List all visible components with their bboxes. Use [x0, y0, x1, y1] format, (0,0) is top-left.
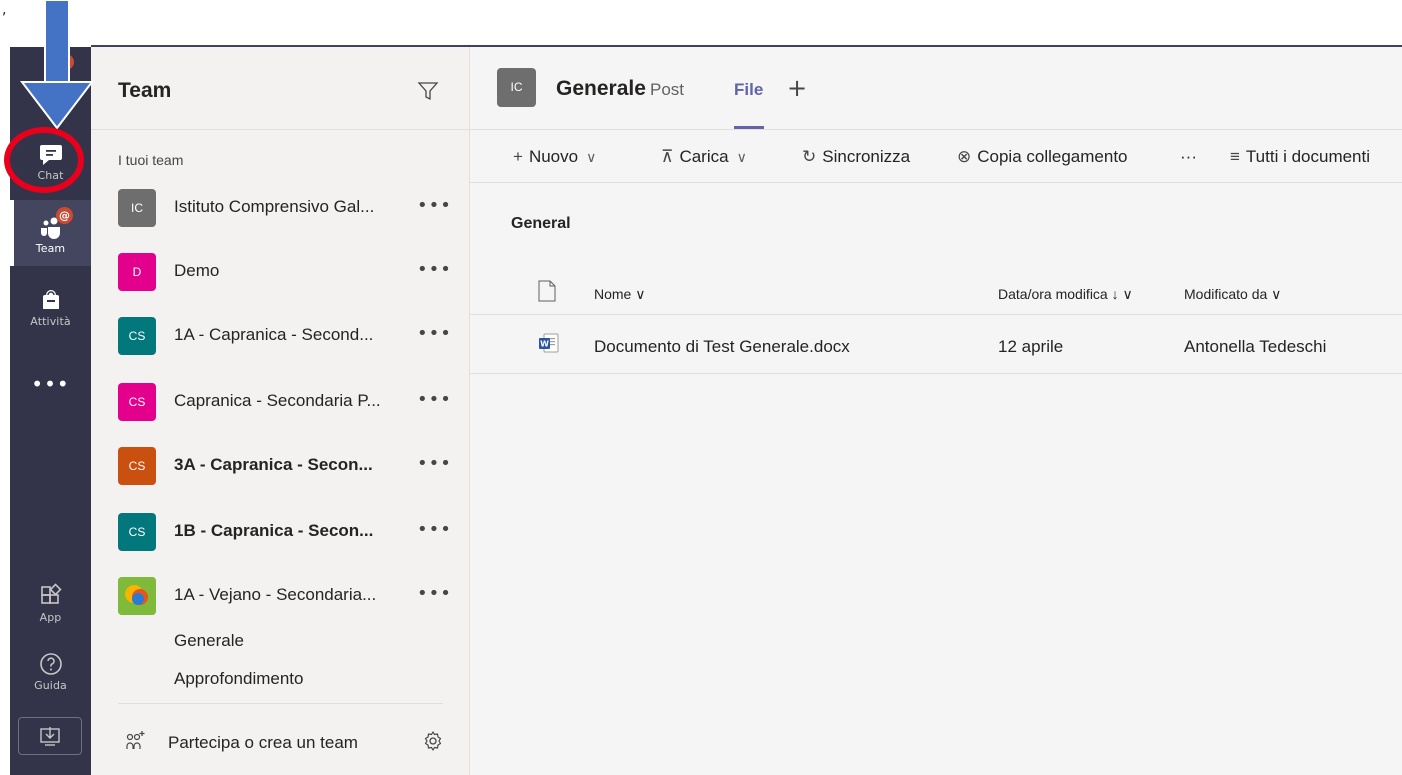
team-name: Istituto Comprensivo Gal...	[174, 197, 375, 216]
team-more-button[interactable]: •••	[417, 519, 452, 540]
team-more-button[interactable]: •••	[417, 323, 452, 344]
tab-file[interactable]: File	[734, 80, 763, 100]
rail-label-activity: Attività	[30, 315, 71, 328]
team-item[interactable]: 1A - Vejano - Secondaria... •••	[118, 577, 451, 617]
file-type-icon	[538, 280, 556, 302]
sync-icon: ↻	[802, 147, 817, 166]
team-name: Demo	[174, 261, 220, 280]
join-label: Partecipa o crea un team	[168, 733, 358, 752]
team-more-button[interactable]: •••	[417, 583, 452, 604]
rail-item-help[interactable]: Guida	[10, 637, 91, 703]
team-name: 1A - Vejano - Secondaria...	[174, 585, 377, 604]
word-icon: W	[539, 333, 559, 353]
column-header-name[interactable]: Nome ∨	[594, 286, 645, 303]
team-item[interactable]: IC Istituto Comprensivo Gal... •••	[118, 189, 451, 229]
team-name: 1A - Capranica - Second...	[174, 325, 374, 344]
files-toolbar: + Nuovo ∨ ⊼ Carica ∨ ↻ Sincronizza ⊗ Copia col…	[470, 131, 1402, 183]
team-item[interactable]: CS Capranica - Secondaria P... •••	[118, 383, 451, 423]
team-item[interactable]: D Demo •••	[118, 253, 451, 293]
more-apps-button[interactable]: •••	[10, 372, 91, 396]
svg-text:W: W	[540, 340, 549, 349]
tab-post[interactable]: Post	[650, 80, 684, 100]
file-name-link[interactable]: Documento di Test Generale.docx	[594, 337, 850, 357]
rail-label-apps: App	[39, 611, 62, 624]
gear-icon[interactable]	[422, 730, 444, 752]
chevron-down-icon: ∨	[736, 149, 747, 165]
team-name: 1B - Capranica - Secon...	[174, 521, 374, 540]
rail-item-activity[interactable]: Attività	[10, 273, 91, 339]
team-item[interactable]: CS 3A - Capranica - Secon... •••	[118, 447, 451, 487]
team-avatar-image	[118, 577, 156, 615]
teams-panel: Team I tuoi team IC Istituto Comprensivo…	[91, 47, 470, 775]
help-icon	[39, 653, 62, 675]
list-view-icon: ≡	[1230, 147, 1240, 166]
annotation-highlight-circle	[4, 127, 84, 193]
view-selector-button[interactable]: ≡ Tutti i documenti	[1230, 147, 1370, 167]
team-more-button[interactable]: •••	[417, 453, 452, 474]
team-avatar: IC	[118, 189, 156, 227]
team-item[interactable]: CS 1B - Capranica - Secon... •••	[118, 513, 451, 553]
view-label: Tutti i documenti	[1245, 147, 1371, 166]
table-row[interactable]: W Documento di Test Generale.docx 12 apr…	[470, 315, 1402, 373]
rail-label-team: Team	[35, 242, 66, 255]
rail-item-apps[interactable]: App	[10, 569, 91, 635]
rail-label-help: Guida	[34, 679, 67, 692]
download-app-button[interactable]	[18, 717, 82, 755]
team-name: 3A - Capranica - Secon...	[174, 455, 373, 474]
teams-panel-title: Team	[118, 79, 172, 102]
divider	[91, 129, 470, 130]
plus-icon: +	[513, 147, 523, 166]
main-content: IC Generale Post File + + Nuovo ∨ ⊼ Carica ∨…	[470, 47, 1402, 775]
team-avatar: CS	[118, 317, 156, 355]
new-button[interactable]: + Nuovo ∨	[513, 147, 596, 167]
channel-item-generale[interactable]: Generale	[174, 631, 244, 651]
team-more-button[interactable]: •••	[417, 259, 452, 280]
team-more-button[interactable]: •••	[417, 195, 452, 216]
sync-button[interactable]: ↻ Sincronizza	[802, 147, 910, 167]
channel-header: IC Generale Post File +	[470, 47, 1402, 130]
channel-team-avatar: IC	[497, 68, 536, 107]
mention-badge: @	[56, 207, 73, 224]
active-tab-indicator	[734, 126, 764, 129]
backpack-icon	[42, 290, 59, 309]
copy-link-button[interactable]: ⊗ Copia collegamento	[957, 147, 1128, 167]
team-name: Capranica - Secondaria P...	[174, 391, 381, 410]
team-avatar: CS	[118, 447, 156, 485]
upload-button[interactable]: ⊼ Carica ∨	[661, 147, 747, 167]
channel-title: Generale	[556, 77, 646, 100]
upload-label: Carica	[679, 147, 729, 166]
team-item[interactable]: CS 1A - Capranica - Second... •••	[118, 317, 451, 357]
upload-icon: ⊼	[661, 147, 674, 166]
team-avatar: CS	[118, 383, 156, 421]
rail-item-team[interactable]: Team @	[10, 200, 91, 266]
channel-item-approfondimento[interactable]: Approfondimento	[174, 669, 303, 689]
sync-label: Sincronizza	[822, 147, 911, 166]
apps-icon	[40, 583, 62, 604]
chat-bubbles-logo-icon	[118, 577, 156, 615]
link-icon: ⊗	[957, 147, 972, 166]
file-modified-date: 12 aprile	[998, 337, 1064, 356]
team-avatar: D	[118, 253, 156, 291]
column-header-modified[interactable]: Data/ora modifica ↓ ∨	[998, 286, 1133, 303]
more-options-button[interactable]: ···	[1180, 147, 1197, 167]
column-header-modified-by[interactable]: Modificato da ∨	[1184, 286, 1281, 303]
copy-link-label: Copia collegamento	[977, 147, 1128, 166]
people-add-icon	[126, 731, 145, 749]
svg-text:,: ,	[2, 2, 6, 18]
download-icon	[40, 727, 60, 746]
new-label: Nuovo	[528, 147, 579, 166]
folder-section-title: General	[511, 215, 571, 232]
filter-icon[interactable]	[417, 80, 439, 102]
add-tab-button[interactable]: +	[787, 74, 807, 102]
team-more-button[interactable]: •••	[417, 389, 452, 410]
chevron-down-icon: ∨	[586, 149, 597, 165]
file-modified-by: Antonella Tedeschi	[1184, 337, 1327, 356]
section-label-your-teams: I tuoi team	[118, 152, 184, 168]
divider	[470, 373, 1402, 374]
join-or-create-team-button[interactable]: Partecipa o crea un team	[118, 727, 443, 757]
team-avatar: CS	[118, 513, 156, 551]
divider	[118, 703, 443, 704]
